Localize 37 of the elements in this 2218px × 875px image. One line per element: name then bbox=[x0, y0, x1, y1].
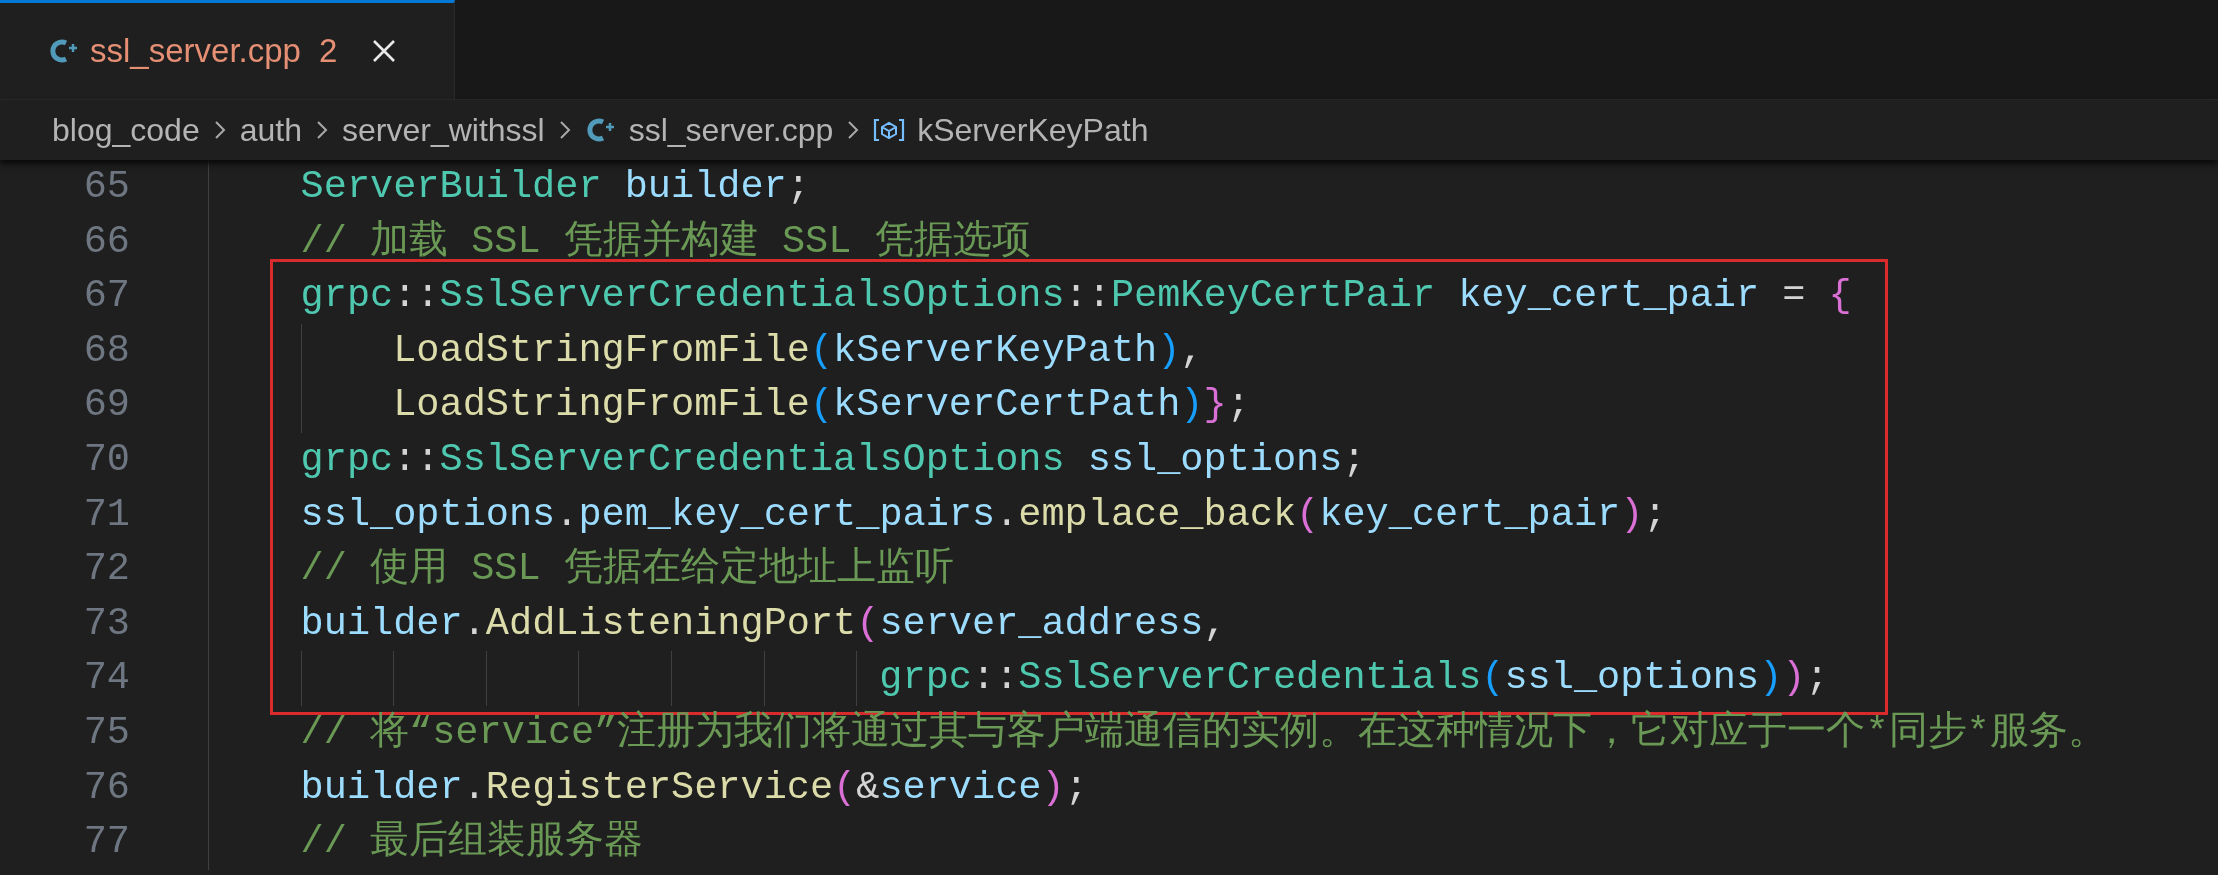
code-line: ServerBuilder builder; bbox=[208, 160, 810, 215]
line-number: 68 bbox=[82, 327, 130, 375]
code-line: LoadStringFromFile(kServerKeyPath), bbox=[208, 323, 1204, 379]
breadcrumb-item[interactable]: kServerKeyPath bbox=[917, 111, 1149, 149]
code-comment: // 加载 SSL 凭据并构建 SSL 凭据选项 bbox=[208, 214, 1031, 270]
code-line: grpc::SslServerCredentials(ssl_options)); bbox=[208, 651, 1829, 706]
close-icon[interactable] bbox=[371, 38, 398, 64]
line-number: 72 bbox=[82, 546, 130, 594]
code-line: ssl_options.pem_key_cert_pairs.emplace_back(key_cert_pair); bbox=[208, 487, 1667, 543]
line-number: 73 bbox=[82, 600, 130, 648]
code-comment: // 使用 SSL 凭据在给定地址上监听 bbox=[208, 542, 954, 597]
line-number: 76 bbox=[82, 764, 130, 812]
code-line: grpc::SslServerCredentialsOptions ssl_options; bbox=[208, 432, 1366, 488]
breadcrumb-item[interactable]: blog_code bbox=[52, 111, 200, 149]
code-comment: // 将“service”注册为我们将通过其与客户端通信的实例。在这种情况下，它对应于一个*同步*服务。 bbox=[208, 705, 2107, 761]
code-line: builder.AddListeningPort(server_address, bbox=[208, 596, 1227, 652]
line-number: 71 bbox=[82, 491, 130, 539]
line-number: 74 bbox=[82, 655, 130, 703]
cpp-file-icon bbox=[584, 115, 617, 145]
code-line: builder.RegisterService(&service); bbox=[208, 760, 1088, 816]
line-number: 67 bbox=[82, 273, 130, 321]
breadcrumb-item[interactable]: ssl_server.cpp bbox=[628, 111, 834, 149]
code-line: grpc::SslServerCredentialsOptions::PemKeyCertPair key_cert_pair = { bbox=[208, 269, 1852, 324]
problem-count: 2 bbox=[318, 32, 338, 70]
line-number: 66 bbox=[82, 218, 130, 266]
line-number: 69 bbox=[82, 382, 130, 430]
variable-icon bbox=[873, 117, 906, 143]
breadcrumb-item[interactable]: auth bbox=[239, 111, 302, 149]
line-number: 70 bbox=[82, 436, 130, 484]
code-comment: // 最后组装服务器 bbox=[208, 815, 644, 870]
breadcrumb-item[interactable]: server_withssl bbox=[341, 111, 545, 149]
file-tab[interactable]: ssl_server.cpp 2 bbox=[0, 0, 455, 99]
line-number: 77 bbox=[82, 819, 130, 867]
cpp-file-icon bbox=[48, 36, 80, 66]
line-number: 65 bbox=[82, 164, 130, 211]
code-line: LoadStringFromFile(kServerCertPath)}; bbox=[208, 378, 1250, 433]
line-number: 75 bbox=[82, 709, 130, 757]
